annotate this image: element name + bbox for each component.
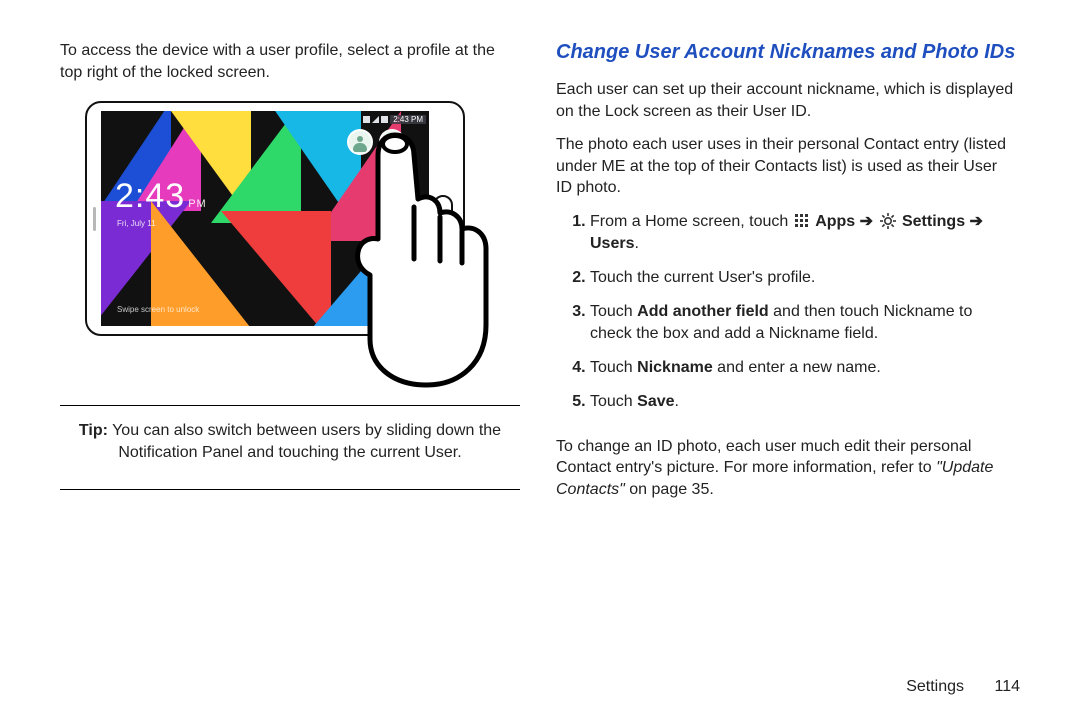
divider bbox=[60, 489, 520, 490]
footer-page-number: 114 bbox=[994, 678, 1020, 695]
step-4-b: Nickname bbox=[637, 359, 713, 376]
step-1: From a Home screen, touch Apps ➔ Setting… bbox=[590, 211, 1016, 255]
step-1-text-a: From a Home screen, touch bbox=[590, 213, 793, 230]
step-4-a: Touch bbox=[590, 359, 637, 376]
pointing-finger-icon bbox=[340, 129, 490, 389]
step-5-a: Touch bbox=[590, 393, 637, 410]
tip-body: You can also switch between users by sli… bbox=[108, 422, 501, 461]
steps-list: From a Home screen, touch Apps ➔ Setting… bbox=[556, 211, 1016, 426]
step-1-users: Users bbox=[590, 235, 634, 252]
step-1-apps: Apps bbox=[815, 213, 855, 230]
step-3-b: Add another field bbox=[637, 303, 769, 320]
step-2: Touch the current User's profile. bbox=[590, 267, 1016, 289]
lockscreen-time-period: PM bbox=[188, 198, 207, 210]
tip-label: Tip: bbox=[79, 422, 108, 439]
tip-text: Tip: You can also switch between users b… bbox=[60, 420, 520, 463]
arrow-icon: ➔ bbox=[970, 213, 983, 230]
para3-a: To change an ID photo, each user much ed… bbox=[556, 438, 971, 477]
device-illustration: 2:43 PM 2:43PM Fri, July 11 Swipe screen… bbox=[85, 101, 495, 381]
para-nickname: Each user can set up their account nickn… bbox=[556, 79, 1016, 122]
lockscreen-time-value: 2:43 bbox=[115, 177, 185, 215]
step-4-c: and enter a new name. bbox=[713, 359, 881, 376]
para-photo: The photo each user uses in their person… bbox=[556, 134, 1016, 199]
step-3-a: Touch bbox=[590, 303, 637, 320]
status-bar: 2:43 PM bbox=[360, 111, 429, 127]
settings-gear-icon bbox=[880, 213, 896, 229]
para3-b: on page 35. bbox=[625, 481, 714, 498]
divider bbox=[60, 405, 520, 406]
step-1-settings: Settings bbox=[902, 213, 965, 230]
step-5: Touch Save. bbox=[590, 391, 1016, 413]
para-change-photo: To change an ID photo, each user much ed… bbox=[556, 436, 1016, 501]
arrow-icon: ➔ bbox=[860, 213, 878, 230]
intro-text: To access the device with a user profile… bbox=[60, 40, 520, 83]
signal-icon bbox=[372, 116, 379, 123]
statusbar-time: 2:43 PM bbox=[390, 115, 426, 124]
lockscreen-time: 2:43PM bbox=[115, 177, 207, 216]
battery-icon bbox=[381, 116, 388, 123]
wifi-icon bbox=[363, 116, 370, 123]
apps-grid-icon bbox=[795, 214, 809, 228]
lockscreen-swipe-hint: Swipe screen to unlock bbox=[117, 305, 199, 314]
tablet-speaker bbox=[93, 207, 96, 231]
step-5-c: . bbox=[675, 393, 679, 410]
lockscreen-date: Fri, July 11 bbox=[117, 219, 156, 228]
page-footer: Settings 114 bbox=[906, 678, 1020, 696]
section-heading: Change User Account Nicknames and Photo … bbox=[556, 40, 1016, 65]
step-3: Touch Add another field and then touch N… bbox=[590, 301, 1016, 345]
step-5-b: Save bbox=[637, 393, 674, 410]
step-4: Touch Nickname and enter a new name. bbox=[590, 357, 1016, 379]
step-1-end: . bbox=[634, 235, 638, 252]
footer-section: Settings bbox=[906, 678, 964, 695]
